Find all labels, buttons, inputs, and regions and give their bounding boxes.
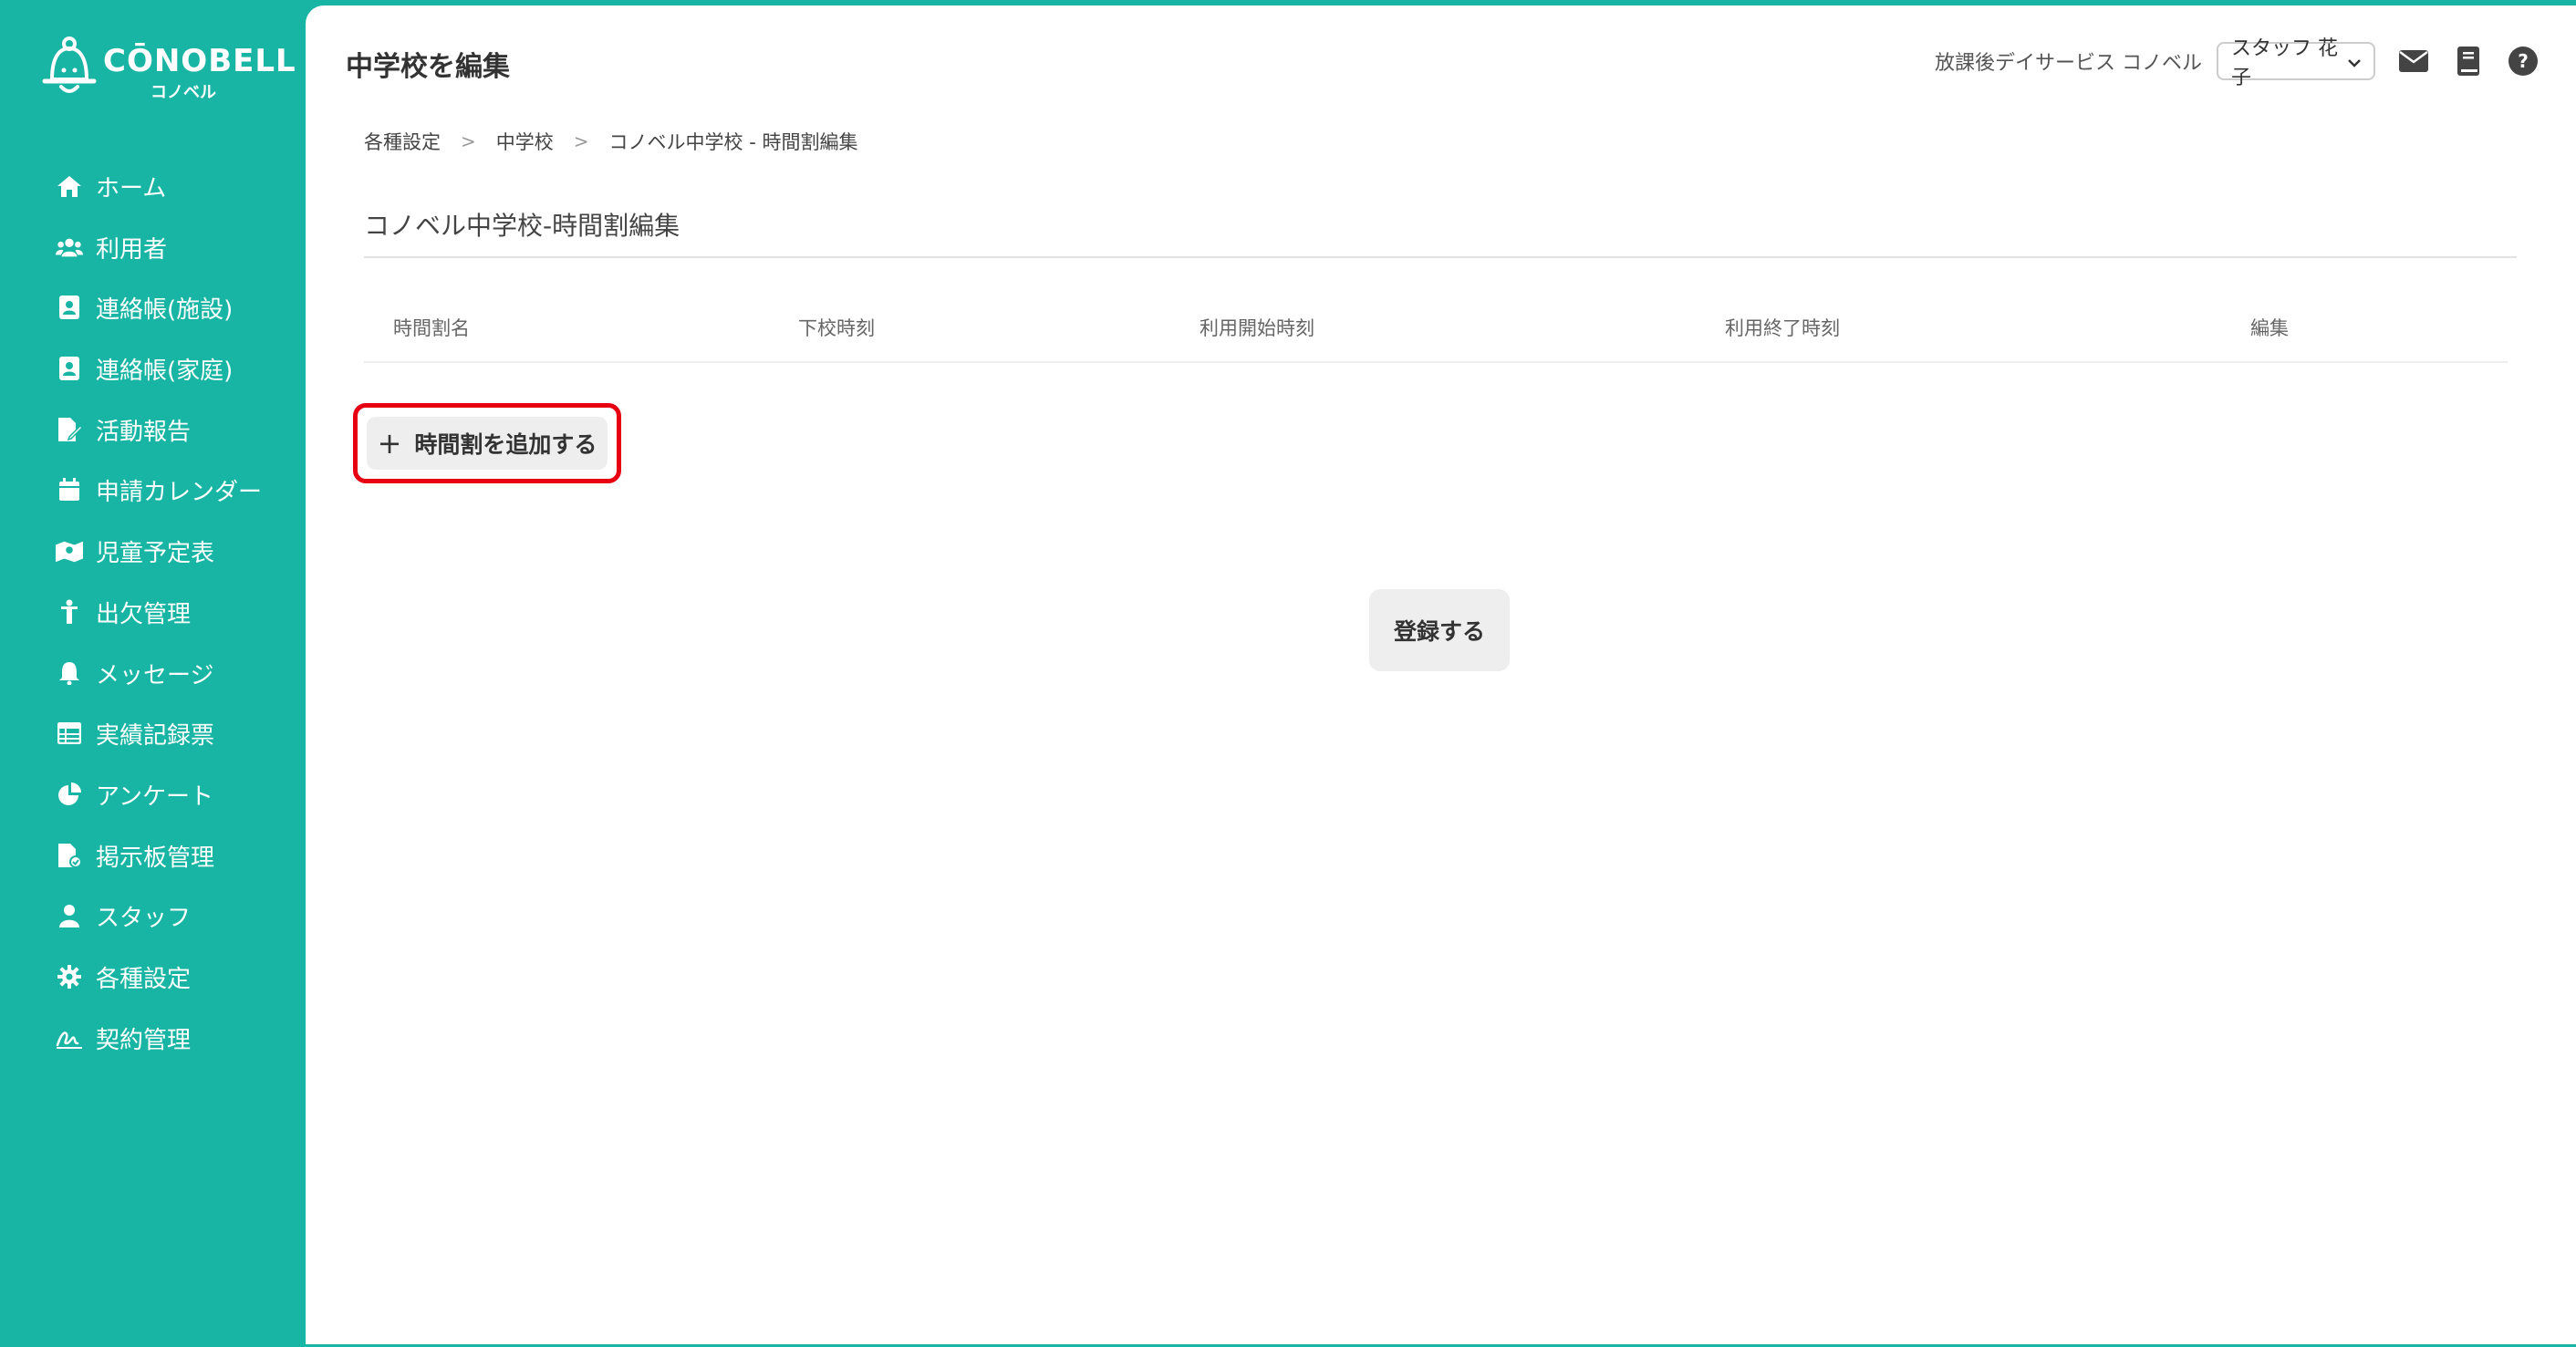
breadcrumb: 各種設定 > 中学校 > コノベル中学校 - 時間割編集 bbox=[364, 128, 857, 155]
user-select[interactable]: スタッフ 花子 bbox=[2217, 37, 2375, 89]
sidebar-item-label: 各種設定 bbox=[96, 965, 192, 993]
pie-chart-icon bbox=[56, 781, 83, 808]
sidebar-item-child-schedule[interactable]: 児童予定表 bbox=[3, 521, 306, 582]
sidebar-item-contract[interactable]: 契約管理 bbox=[3, 1008, 306, 1069]
contact-book-icon bbox=[56, 294, 83, 321]
sidebar-item-message[interactable]: メッセージ bbox=[3, 643, 306, 704]
sidebar-item-label: 契約管理 bbox=[96, 1026, 192, 1054]
sidebar-item-label: 出欠管理 bbox=[96, 600, 192, 628]
sidebar-item-activity-report[interactable]: 活動報告 bbox=[3, 399, 306, 461]
sidebar-item-label: 実績記録票 bbox=[96, 722, 215, 751]
chevron-right-icon: > bbox=[461, 130, 476, 152]
main-content: 中学校を編集 放課後デイサービス コノベル スタッフ 花子 ? 各種設定 > 中 bbox=[306, 5, 2576, 1344]
bell-icon bbox=[56, 659, 83, 687]
user-name: スタッフ 花子 bbox=[2231, 37, 2338, 89]
brand-logo[interactable]: CŌNOBELL コノベル bbox=[41, 36, 296, 105]
brand-subname: コノベル bbox=[151, 83, 216, 102]
app-window: CŌNOBELL コノベル ホーム 利用者 連絡帳(施設) 連絡帳(家庭) 活動… bbox=[0, 0, 2576, 1347]
header-right: 放課後デイサービス コノベル スタッフ 花子 ? bbox=[1935, 37, 2540, 89]
sidebar-item-attendance[interactable]: 出欠管理 bbox=[3, 582, 306, 643]
sidebar-item-label: スタッフ bbox=[96, 905, 192, 933]
sidebar-item-label: メッセージ bbox=[96, 661, 214, 689]
sidebar-item-settings[interactable]: 各種設定 bbox=[3, 947, 306, 1008]
sidebar-item-survey[interactable]: アンケート bbox=[3, 764, 306, 825]
page-title: 中学校を編集 bbox=[346, 51, 510, 83]
table-icon bbox=[56, 720, 83, 747]
table-header: 時間割名 下校時刻 利用開始時刻 利用終了時刻 編集 bbox=[364, 297, 2508, 363]
breadcrumb-current: コノベル中学校 - 時間割編集 bbox=[608, 131, 858, 153]
sidebar-item-label: アンケート bbox=[96, 782, 213, 811]
child-icon bbox=[56, 598, 83, 626]
calendar-icon bbox=[56, 476, 83, 503]
sidebar-item-contact-home[interactable]: 連絡帳(家庭) bbox=[3, 338, 306, 399]
sidebar-item-label: 連絡帳(家庭) bbox=[96, 357, 234, 386]
sidebar-item-label: ホーム bbox=[96, 175, 167, 202]
column-header-timetable-name: 時間割名 bbox=[393, 317, 470, 339]
contact-book-icon bbox=[56, 355, 83, 382]
schedule-map-icon bbox=[56, 537, 83, 565]
svg-text:?: ? bbox=[2518, 50, 2529, 72]
sidebar-item-label: 児童予定表 bbox=[96, 540, 215, 568]
add-timetable-button[interactable]: + 時間割を追加する bbox=[367, 417, 608, 470]
contract-icon bbox=[56, 1024, 83, 1052]
register-button[interactable]: 登録する bbox=[1369, 589, 1510, 671]
chevron-down-icon bbox=[2348, 50, 2361, 73]
sidebar-item-calendar[interactable]: 申請カレンダー bbox=[3, 460, 306, 521]
sidebar-item-records[interactable]: 実績記録票 bbox=[3, 703, 306, 764]
board-icon bbox=[56, 842, 83, 869]
column-header-start-time: 利用開始時刻 bbox=[1200, 317, 1314, 339]
column-header-dismissal-time: 下校時刻 bbox=[798, 317, 875, 339]
chevron-right-icon: > bbox=[573, 130, 589, 152]
add-timetable-label: 時間割を追加する bbox=[414, 431, 597, 458]
breadcrumb-middle-school[interactable]: 中学校 bbox=[496, 128, 554, 155]
facility-name: 放課後デイサービス コノベル bbox=[1935, 52, 2202, 75]
staff-icon bbox=[56, 902, 83, 929]
report-edit-icon bbox=[56, 416, 83, 443]
column-header-end-time: 利用終了時刻 bbox=[1725, 317, 1840, 339]
column-header-edit: 編集 bbox=[2250, 317, 2289, 339]
sidebar-nav: ホーム 利用者 連絡帳(施設) 連絡帳(家庭) 活動報告 申請カレンダー 児童予… bbox=[3, 156, 306, 1068]
sidebar-item-staff[interactable]: スタッフ bbox=[3, 886, 306, 947]
brand-name: CŌNOBELL bbox=[103, 43, 296, 79]
home-icon bbox=[56, 172, 83, 200]
plus-icon: + bbox=[377, 426, 402, 461]
divider bbox=[364, 256, 2517, 258]
sidebar-item-label: 利用者 bbox=[96, 235, 168, 264]
sidebar-item-users[interactable]: 利用者 bbox=[3, 217, 306, 278]
sidebar-item-contact-facility[interactable]: 連絡帳(施設) bbox=[3, 277, 306, 338]
breadcrumb-settings[interactable]: 各種設定 bbox=[364, 128, 441, 155]
highlight-frame: + 時間割を追加する bbox=[353, 403, 621, 483]
section-title: コノベル中学校-時間割編集 bbox=[364, 211, 680, 241]
sidebar-item-label: 申請カレンダー bbox=[96, 479, 263, 507]
manual-book-icon[interactable] bbox=[2452, 45, 2485, 78]
sidebar-item-label: 活動報告 bbox=[96, 418, 192, 446]
users-icon bbox=[56, 233, 83, 261]
sidebar: CŌNOBELL コノベル ホーム 利用者 連絡帳(施設) 連絡帳(家庭) 活動… bbox=[3, 3, 306, 1347]
mail-icon[interactable] bbox=[2397, 45, 2430, 78]
gear-icon bbox=[56, 963, 83, 990]
sidebar-item-label: 掲示板管理 bbox=[96, 844, 215, 872]
sidebar-item-board[interactable]: 掲示板管理 bbox=[3, 825, 306, 886]
sidebar-item-label: 連絡帳(施設) bbox=[96, 296, 234, 325]
bell-logo-icon bbox=[42, 36, 97, 93]
help-icon[interactable]: ? bbox=[2507, 45, 2540, 78]
sidebar-item-home[interactable]: ホーム bbox=[3, 156, 306, 217]
